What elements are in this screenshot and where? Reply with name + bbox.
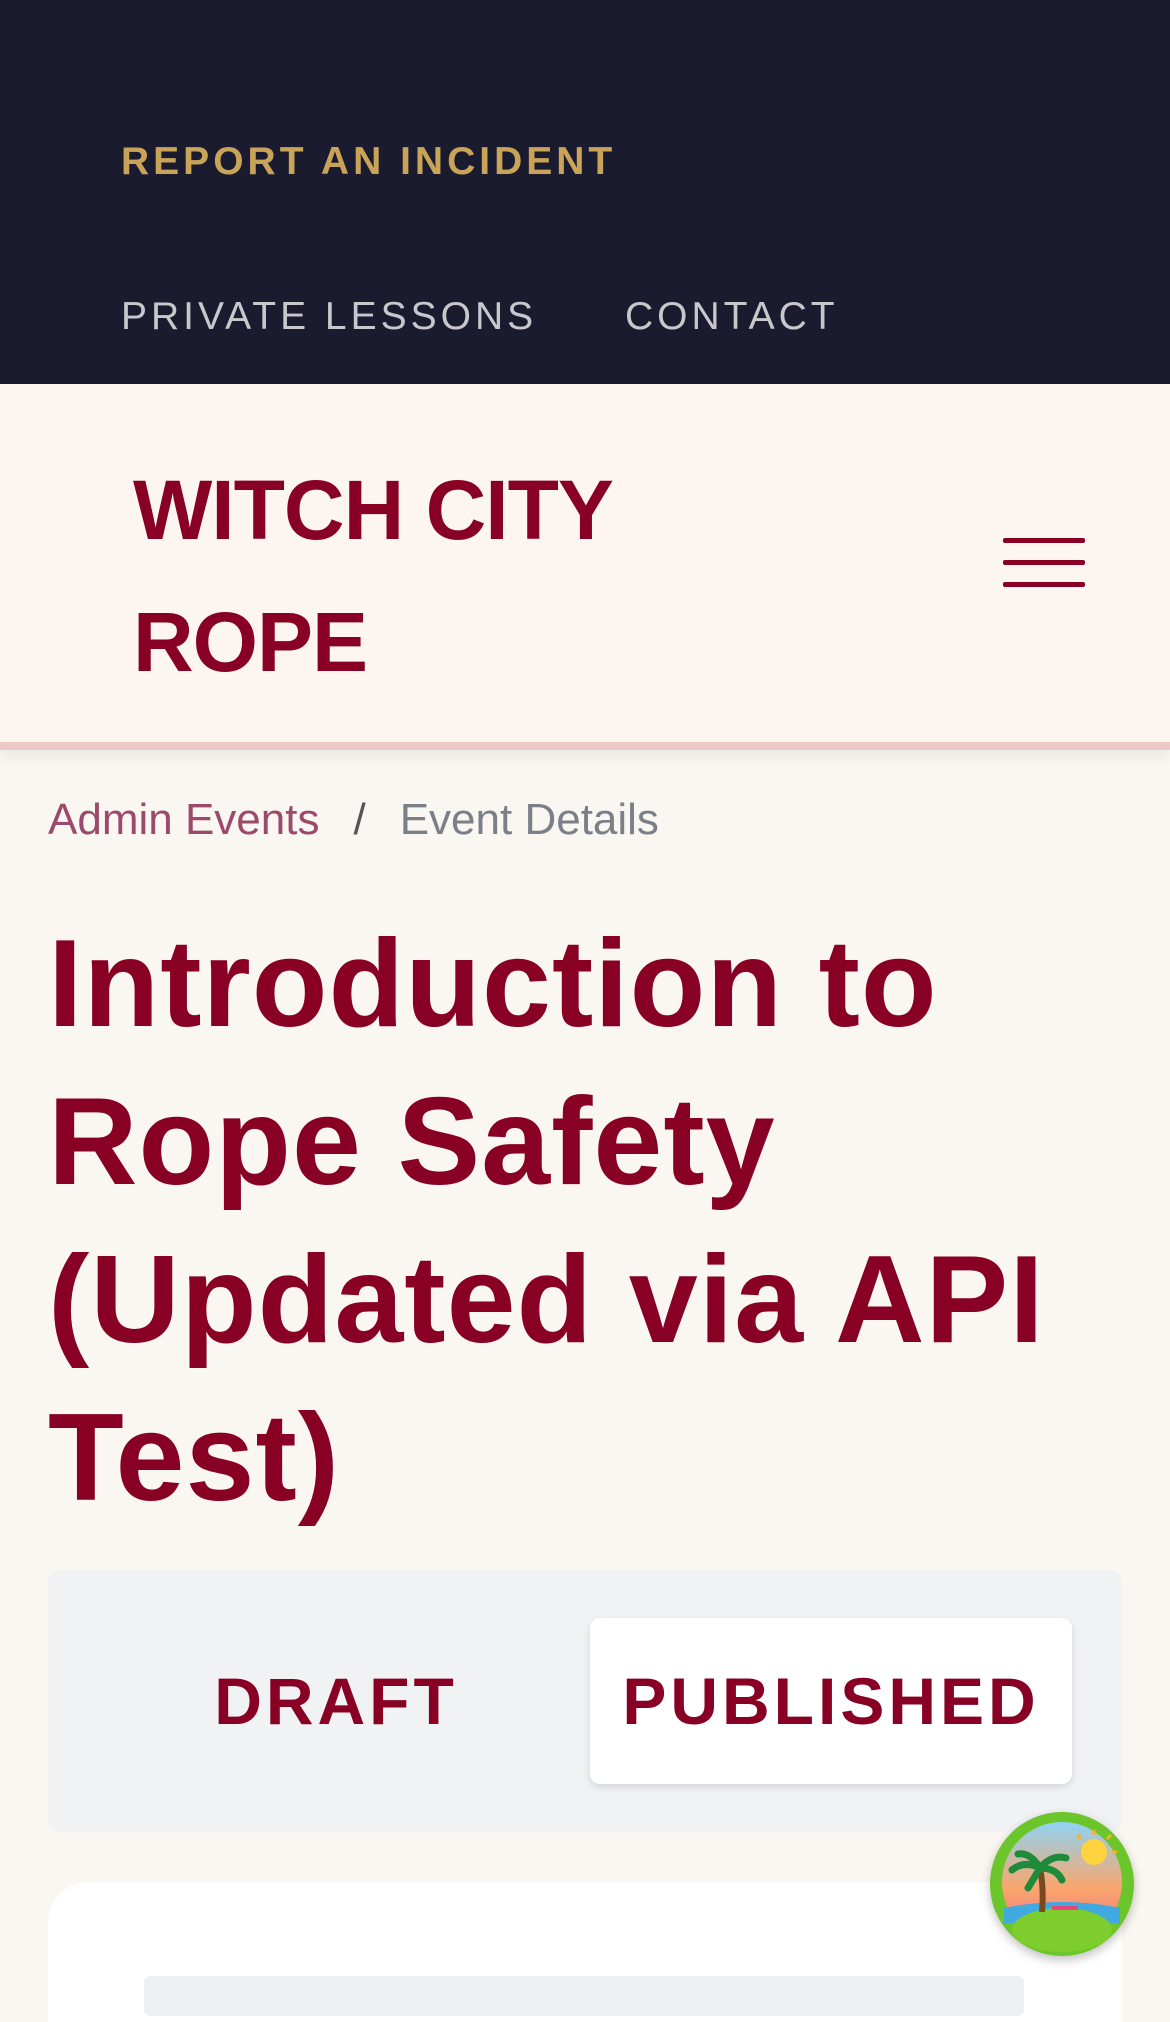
- breadcrumb-separator: /: [353, 795, 366, 844]
- private-lessons-link[interactable]: PRIVATE LESSONS: [121, 295, 537, 339]
- status-published-option[interactable]: PUBLISHED: [590, 1618, 1072, 1784]
- menu-bar: [1003, 582, 1085, 587]
- page-title: Introduction to Rope Safety (Updated via…: [48, 915, 1045, 1527]
- hamburger-menu-icon[interactable]: [1000, 534, 1088, 594]
- utility-bar: REPORT AN INCIDENT PRIVATE LESSONS CONTA…: [0, 0, 1170, 384]
- event-details-card: [48, 1882, 1122, 2022]
- breadcrumb: Admin Events / Event Details: [48, 795, 659, 845]
- status-draft-option[interactable]: DRAFT: [96, 1618, 576, 1784]
- site-logo[interactable]: WITCH CITY ROPE: [133, 444, 693, 708]
- card-content-strip: [144, 1976, 1024, 2016]
- report-incident-link[interactable]: REPORT AN INCIDENT: [121, 140, 616, 184]
- contact-link[interactable]: CONTACT: [625, 295, 839, 339]
- breadcrumb-admin-events[interactable]: Admin Events: [48, 795, 319, 845]
- island-sunset-icon-graphic: [990, 1812, 1134, 1956]
- brand-header: WITCH CITY ROPE: [0, 384, 1170, 750]
- menu-bar: [1003, 560, 1085, 565]
- menu-bar: [1003, 538, 1085, 543]
- breadcrumb-current: Event Details: [399, 795, 659, 844]
- island-sunset-icon[interactable]: [990, 1812, 1134, 1956]
- status-toggle: DRAFT PUBLISHED: [48, 1570, 1122, 1832]
